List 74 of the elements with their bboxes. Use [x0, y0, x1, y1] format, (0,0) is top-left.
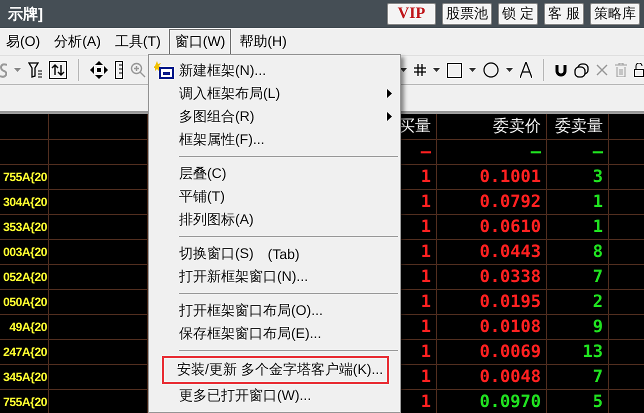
table-cell: 2: [547, 290, 608, 314]
menu-item[interactable]: 窗口(W): [168, 29, 232, 56]
menu-item[interactable]: 帮助(H): [233, 28, 293, 54]
table-cell: 003A{20: [0, 240, 48, 264]
table-cell: [609, 340, 644, 364]
table-cell: [609, 365, 644, 389]
caret-icon[interactable]: [506, 68, 513, 72]
caret-icon[interactable]: [400, 68, 407, 72]
table-cell: 345A{20: [0, 365, 48, 389]
toolbar-button[interactable]: 策略库: [590, 3, 640, 25]
table-cell: 0.0048: [437, 365, 546, 389]
table-cell: [609, 215, 644, 239]
rectangle-icon[interactable]: [447, 62, 462, 78]
table-cell: 050A{20: [0, 290, 48, 314]
toolbar-button[interactable]: 锁 定: [498, 3, 538, 25]
table-cell: [0, 114, 48, 139]
menu-item[interactable]: 工具(T): [108, 28, 167, 54]
table-cell: —: [547, 140, 608, 164]
table-cell: 1: [547, 190, 608, 214]
ruler-icon[interactable]: [115, 61, 123, 79]
column-header: 委卖量: [547, 114, 608, 139]
toolbar-button[interactable]: 客 服: [544, 3, 584, 25]
table-cell: 3: [547, 165, 608, 189]
magnet-icon[interactable]: [555, 63, 567, 77]
toolbar-button[interactable]: 股票池: [442, 3, 492, 25]
grid-icon[interactable]: [414, 64, 426, 76]
filter-icon[interactable]: [28, 62, 42, 78]
table-cell: 49A{20: [0, 315, 48, 339]
table-cell: 0.0610: [437, 215, 546, 239]
table-cell: 755A{20: [0, 165, 48, 189]
window-title: 示牌]: [7, 4, 43, 24]
table-cell: 1: [547, 215, 608, 239]
table-cell: [609, 240, 644, 264]
table-cell: 8: [547, 240, 608, 264]
table-cell: 0.0443: [437, 240, 546, 264]
sort-icon[interactable]: [49, 61, 67, 79]
table-cell: [609, 190, 644, 214]
table-cell: 7: [547, 365, 608, 389]
table-cell: [609, 140, 644, 164]
table-cell: —: [437, 140, 546, 164]
table-cell: 13: [547, 340, 608, 364]
table-cell: 304A{20: [0, 190, 48, 214]
column-header: 委卖价: [437, 114, 546, 139]
table-cell: 247A{20: [0, 340, 48, 364]
table-cell: 7: [547, 265, 608, 289]
table-cell: 0.0792: [437, 190, 546, 214]
lock-icon[interactable]: [634, 63, 644, 77]
table-cell: 0.0069: [437, 340, 546, 364]
table-cell: [609, 390, 644, 413]
table-cell: [609, 265, 644, 289]
text-icon[interactable]: [520, 62, 532, 78]
table-cell: 0.0338: [437, 265, 546, 289]
caret-icon[interactable]: [433, 68, 440, 72]
menu-item[interactable]: 易(O): [0, 28, 46, 54]
circle-icon[interactable]: [483, 62, 499, 78]
table-cell: [609, 290, 644, 314]
vip-button[interactable]: VIP: [386, 3, 436, 25]
copy-icon[interactable]: [574, 62, 589, 78]
move-icon[interactable]: [90, 61, 108, 79]
table-cell: [609, 315, 644, 339]
table-cell: 353A{20: [0, 215, 48, 239]
table-cell: [609, 114, 644, 139]
table-cell: [609, 165, 644, 189]
table-cell: 755A{20: [0, 390, 48, 413]
caret-icon[interactable]: [469, 68, 476, 72]
table-cell: 9: [547, 315, 608, 339]
table-cell: 0.0195: [437, 290, 546, 314]
table-cell: 5: [547, 390, 608, 413]
table-cell: 0.0108: [437, 315, 546, 339]
menu-item[interactable]: 分析(A): [48, 28, 107, 54]
table-cell: 052A{20: [0, 265, 48, 289]
table-cell: 0.1001: [437, 165, 546, 189]
table-cell: 0.0970: [437, 390, 546, 413]
table-cell: [0, 140, 48, 164]
